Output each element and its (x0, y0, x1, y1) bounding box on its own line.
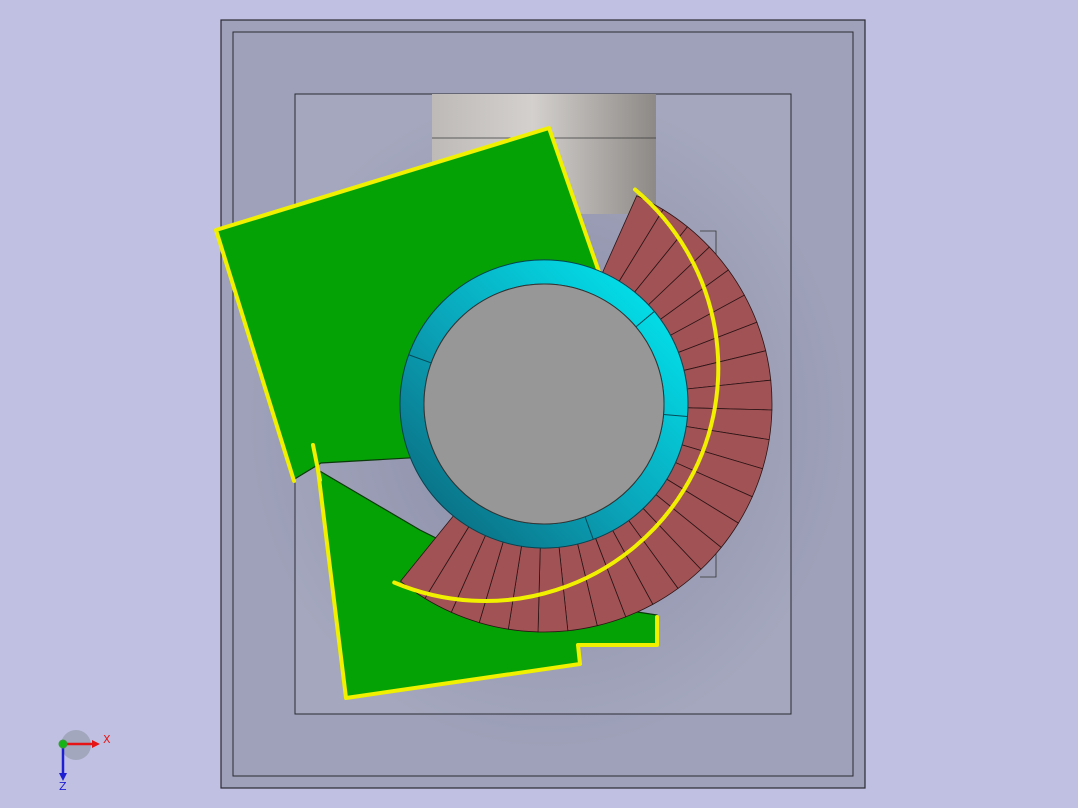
cad-graphics-viewport[interactable]: X Z (0, 0, 1078, 808)
y-axis-origin-icon (58, 739, 68, 749)
model-canvas[interactable]: X Z (0, 0, 1078, 808)
x-axis-label: X (103, 733, 111, 746)
z-axis-label: Z (59, 780, 67, 793)
central-column-top-face (423, 283, 665, 525)
